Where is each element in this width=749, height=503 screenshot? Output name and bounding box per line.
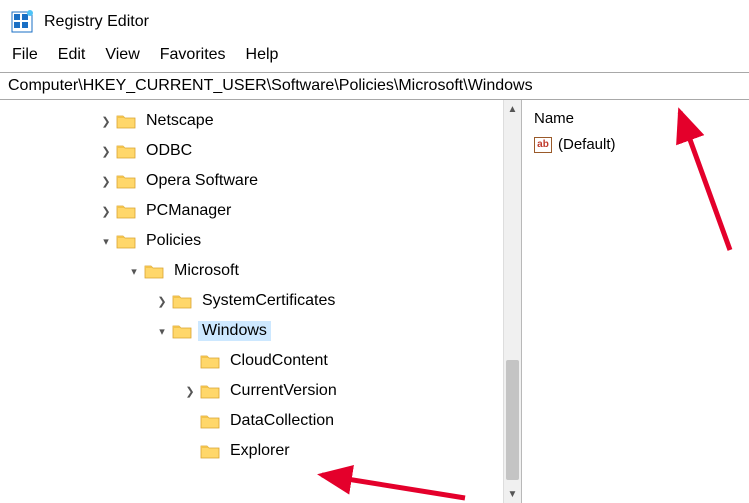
menu-help[interactable]: Help bbox=[238, 44, 287, 66]
folder-icon bbox=[116, 203, 136, 219]
menu-view[interactable]: View bbox=[97, 44, 147, 66]
scroll-down-icon[interactable]: ▼ bbox=[504, 485, 521, 503]
registry-tree[interactable]: ❯ Netscape ❯ ODBC ❯ Opera Software ❯ PCManager ▾… bbox=[0, 100, 521, 466]
folder-icon bbox=[116, 233, 136, 249]
chevron-right-icon[interactable]: ❯ bbox=[154, 295, 170, 308]
tree-item-label: SystemCertificates bbox=[198, 291, 339, 311]
tree-item[interactable]: ❯ ODBC bbox=[0, 136, 521, 166]
folder-icon bbox=[200, 353, 220, 369]
tree-item[interactable]: ❯ PCManager bbox=[0, 196, 521, 226]
tree-item[interactable]: ❯ CurrentVersion bbox=[0, 376, 521, 406]
tree-item-label: CloudContent bbox=[226, 351, 332, 371]
value-name: (Default) bbox=[558, 136, 616, 153]
column-header-name[interactable]: Name bbox=[532, 106, 739, 134]
scroll-thumb[interactable] bbox=[506, 360, 519, 480]
tree-item-label: Policies bbox=[142, 231, 205, 251]
chevron-right-icon[interactable]: ❯ bbox=[182, 385, 198, 398]
address-bar[interactable]: Computer\HKEY_CURRENT_USER\Software\Poli… bbox=[0, 72, 749, 100]
chevron-down-icon[interactable]: ▾ bbox=[126, 265, 142, 278]
tree-item[interactable]: ▾ Windows bbox=[0, 316, 521, 346]
menu-edit[interactable]: Edit bbox=[50, 44, 94, 66]
expander-none: • bbox=[182, 445, 198, 457]
tree-item-label: PCManager bbox=[142, 201, 235, 221]
tree-item[interactable]: • DataCollection bbox=[0, 406, 521, 436]
tree-item-label: Netscape bbox=[142, 111, 218, 131]
tree-item[interactable]: ▾ Policies bbox=[0, 226, 521, 256]
menu-favorites[interactable]: Favorites bbox=[152, 44, 234, 66]
chevron-down-icon[interactable]: ▾ bbox=[154, 325, 170, 338]
tree-item-label: Microsoft bbox=[170, 261, 243, 281]
main-area: ❯ Netscape ❯ ODBC ❯ Opera Software ❯ PCManager ▾… bbox=[0, 100, 749, 503]
folder-icon bbox=[200, 383, 220, 399]
expander-none: • bbox=[182, 355, 198, 367]
menu-file[interactable]: File bbox=[4, 44, 46, 66]
chevron-right-icon[interactable]: ❯ bbox=[98, 205, 114, 218]
folder-icon bbox=[200, 413, 220, 429]
window-title: Registry Editor bbox=[44, 13, 149, 31]
folder-icon bbox=[116, 143, 136, 159]
tree-item-label: CurrentVersion bbox=[226, 381, 341, 401]
folder-icon bbox=[144, 263, 164, 279]
folder-icon bbox=[172, 293, 192, 309]
scroll-up-icon[interactable]: ▲ bbox=[504, 100, 521, 118]
tree-item-label: Explorer bbox=[226, 441, 294, 461]
tree-item-label: DataCollection bbox=[226, 411, 338, 431]
menubar: File Edit View Favorites Help bbox=[0, 44, 749, 72]
chevron-right-icon[interactable]: ❯ bbox=[98, 145, 114, 158]
string-value-icon: ab bbox=[534, 137, 552, 153]
tree-item[interactable]: ❯ Opera Software bbox=[0, 166, 521, 196]
values-pane: Name ab (Default) bbox=[522, 100, 749, 503]
value-row[interactable]: ab (Default) bbox=[532, 134, 739, 155]
tree-item[interactable]: ▾ Microsoft bbox=[0, 256, 521, 286]
tree-item-label: Opera Software bbox=[142, 171, 262, 191]
tree-item[interactable]: • Explorer bbox=[0, 436, 521, 466]
tree-pane: ❯ Netscape ❯ ODBC ❯ Opera Software ❯ PCManager ▾… bbox=[0, 100, 521, 503]
folder-icon bbox=[200, 443, 220, 459]
chevron-right-icon[interactable]: ❯ bbox=[98, 175, 114, 188]
titlebar: Registry Editor bbox=[0, 0, 749, 44]
tree-item-label: Windows bbox=[198, 321, 271, 341]
folder-icon bbox=[116, 113, 136, 129]
tree-item[interactable]: ❯ Netscape bbox=[0, 106, 521, 136]
tree-item[interactable]: ❯ SystemCertificates bbox=[0, 286, 521, 316]
regedit-icon bbox=[10, 10, 34, 34]
chevron-down-icon[interactable]: ▾ bbox=[98, 235, 114, 248]
tree-scrollbar[interactable]: ▲ ▼ bbox=[503, 100, 521, 503]
tree-item-label: ODBC bbox=[142, 141, 196, 161]
folder-icon bbox=[116, 173, 136, 189]
chevron-right-icon[interactable]: ❯ bbox=[98, 115, 114, 128]
address-path: Computer\HKEY_CURRENT_USER\Software\Poli… bbox=[8, 77, 533, 95]
tree-item[interactable]: • CloudContent bbox=[0, 346, 521, 376]
folder-icon bbox=[172, 323, 192, 339]
expander-none: • bbox=[182, 415, 198, 427]
